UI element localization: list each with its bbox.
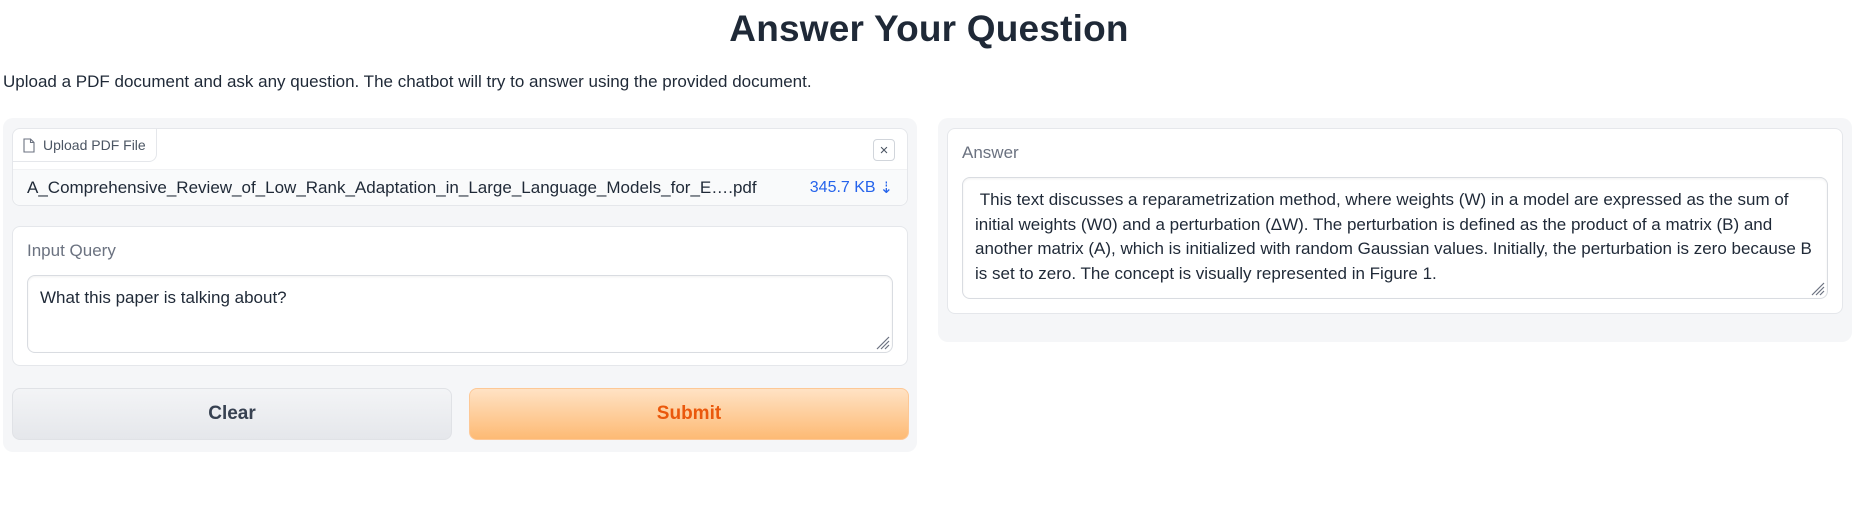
- answer-text: This text discusses a reparametrization …: [975, 190, 1817, 283]
- resize-handle-icon[interactable]: [874, 334, 890, 350]
- answer-label: Answer: [962, 143, 1019, 162]
- close-icon: ×: [879, 141, 889, 159]
- output-column: Answer This text discusses a reparametri…: [938, 118, 1852, 342]
- file-upload-panel: Upload PDF File × A_Comprehensive_Review…: [12, 128, 908, 206]
- file-size: 345.7 KB: [809, 178, 876, 196]
- upload-pdf-label: Upload PDF File: [13, 129, 157, 162]
- answer-textarea[interactable]: This text discusses a reparametrization …: [962, 177, 1828, 299]
- file-name: A_Comprehensive_Review_of_Low_Rank_Adapt…: [27, 177, 757, 197]
- input-column: Upload PDF File × A_Comprehensive_Review…: [3, 118, 917, 452]
- submit-button[interactable]: Submit: [469, 388, 909, 440]
- query-textarea[interactable]: What this paper is talking about?: [27, 275, 893, 353]
- page-title: Answer Your Question: [729, 8, 1129, 49]
- download-icon: ⇣: [879, 179, 893, 197]
- resize-handle-icon[interactable]: [1809, 280, 1825, 296]
- file-download-link[interactable]: 345.7 KB ⇣: [810, 178, 893, 198]
- answer-panel: Answer This text discusses a reparametri…: [947, 128, 1843, 314]
- input-query-label: Input Query: [27, 241, 116, 260]
- page-description: Upload a PDF document and ask any questi…: [3, 72, 812, 91]
- input-query-panel: Input Query What this paper is talking a…: [12, 226, 908, 366]
- clear-button[interactable]: Clear: [12, 388, 452, 440]
- query-text: What this paper is talking about?: [40, 288, 287, 307]
- file-icon: [23, 137, 35, 153]
- remove-file-button[interactable]: ×: [873, 139, 895, 161]
- uploaded-file-row: A_Comprehensive_Review_of_Low_Rank_Adapt…: [13, 169, 907, 205]
- upload-label-text: Upload PDF File: [43, 137, 146, 153]
